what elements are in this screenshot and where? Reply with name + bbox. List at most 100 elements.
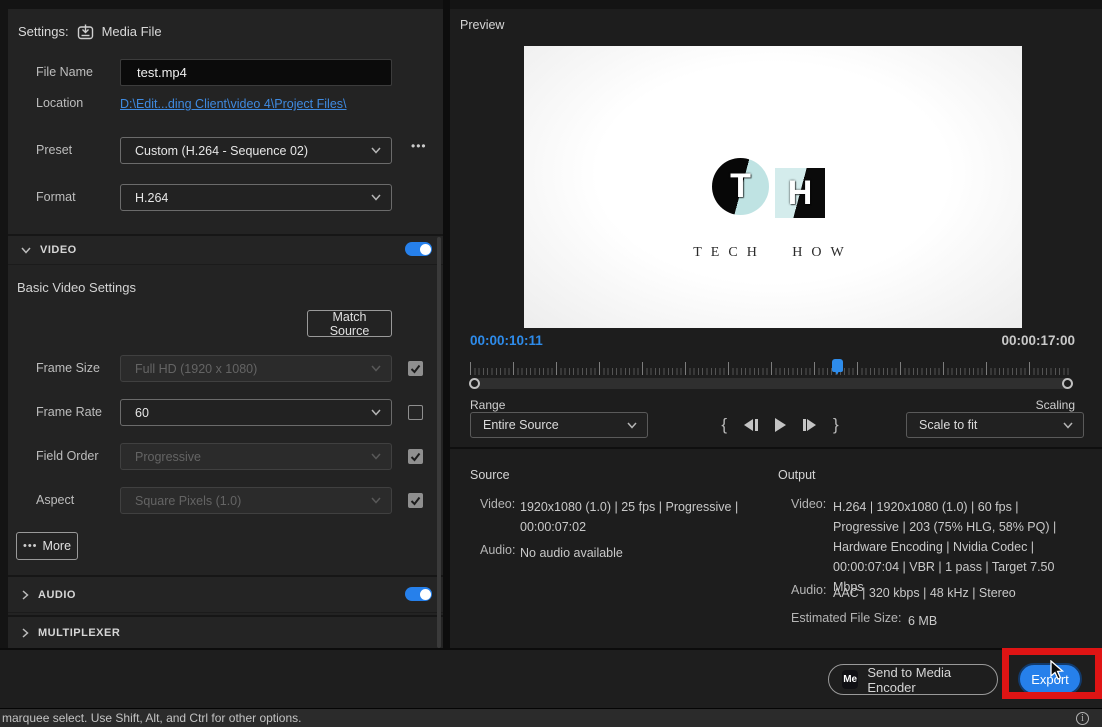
output-audio-value: AAC | 320 kbps | 48 kHz | Stereo — [833, 586, 1016, 600]
preset-more-button[interactable]: ••• — [411, 139, 427, 153]
settings-label: Settings: — [18, 24, 69, 39]
frame-size-checkbox[interactable] — [408, 361, 423, 376]
field-order-value: Progressive — [135, 449, 201, 464]
range-value: Entire Source — [483, 418, 559, 432]
ruler-major-ticks — [470, 362, 1072, 375]
location-label: Location — [36, 96, 84, 110]
check-icon — [410, 452, 421, 462]
current-timecode[interactable]: 00:00:10:11 — [470, 333, 543, 348]
trim-out-handle[interactable] — [1062, 378, 1073, 389]
estimated-file-size-value: 6 MB — [908, 614, 938, 628]
step-back-icon[interactable] — [744, 419, 758, 431]
media-encoder-icon: Me — [842, 670, 859, 689]
estimated-file-size-label: Estimated File Size: — [791, 611, 902, 625]
match-source-button[interactable]: Match Source — [307, 310, 392, 338]
frame-rate-label: Frame Rate — [36, 405, 102, 419]
more-button[interactable]: ••• More — [16, 532, 78, 560]
range-dropdown[interactable]: Entire Source — [470, 412, 648, 438]
video-section-header[interactable]: VIDEO — [8, 234, 443, 265]
chevron-down-icon — [371, 497, 381, 504]
send-to-media-encoder-label: Send to Media Encoder — [867, 664, 952, 695]
field-order-dropdown[interactable]: Progressive — [120, 443, 392, 470]
location-link[interactable]: D:\Edit...ding Client\video 4\Project Fi… — [120, 97, 347, 111]
audio-section-title: AUDIO — [38, 588, 76, 601]
section-divider — [450, 447, 1102, 449]
frame-size-label: Frame Size — [36, 361, 100, 375]
chevron-right-icon — [22, 589, 29, 600]
frame-size-value: Full HD (1920 x 1080) — [135, 361, 258, 376]
aspect-checkbox[interactable] — [408, 493, 423, 508]
preset-value: Custom (H.264 - Sequence 02) — [135, 143, 309, 158]
play-icon[interactable] — [774, 418, 786, 432]
logo-circle: T — [712, 158, 769, 215]
playhead[interactable] — [832, 359, 844, 375]
duration-timecode: 00:00:17:00 — [1001, 333, 1075, 348]
export-button[interactable]: Export — [1018, 663, 1082, 695]
chevron-down-icon — [371, 194, 381, 201]
video-toggle[interactable] — [405, 242, 432, 256]
info-icon[interactable]: i — [1076, 711, 1089, 725]
file-name-label: File Name — [36, 65, 93, 79]
step-forward-icon[interactable] — [802, 419, 816, 431]
scaling-dropdown[interactable]: Scale to fit — [906, 412, 1084, 438]
preview-title: Preview — [460, 18, 505, 32]
scrollbar[interactable] — [437, 237, 441, 648]
media-file-icon — [77, 23, 94, 40]
frame-size-dropdown[interactable]: Full HD (1920 x 1080) — [120, 355, 392, 382]
chevron-down-icon — [371, 147, 381, 154]
source-audio-label: Audio: — [480, 543, 516, 557]
source-audio-value: No audio available — [520, 546, 623, 560]
basic-video-settings-title: Basic Video Settings — [17, 280, 136, 295]
output-title: Output — [778, 468, 816, 482]
send-to-media-encoder-button[interactable]: Me Send to Media Encoder — [828, 664, 998, 695]
set-out-point-icon[interactable]: } — [833, 415, 839, 435]
video-section-title: VIDEO — [40, 244, 77, 256]
preview-panel: Preview T H TECH HOW 00:00:10:11 00:00:1… — [450, 9, 1102, 648]
source-title: Source — [470, 468, 510, 482]
aspect-dropdown[interactable]: Square Pixels (1.0) — [120, 487, 392, 514]
audio-section-header[interactable]: AUDIO — [8, 575, 443, 613]
output-video-value: H.264 | 1920x1080 (1.0) | 60 fps | Progr… — [833, 500, 1057, 594]
more-dots: ••• — [22, 540, 38, 552]
source-video-value: 1920x1080 (1.0) | 25 fps | Progressive |… — [520, 500, 739, 534]
trim-in-handle[interactable] — [469, 378, 480, 389]
range-label: Range — [470, 398, 506, 412]
chevron-right-icon — [22, 627, 29, 638]
set-in-point-icon[interactable]: { — [721, 415, 727, 435]
preset-dropdown[interactable]: Custom (H.264 - Sequence 02) — [120, 137, 392, 164]
video-preview-frame: T H — [524, 46, 1022, 328]
format-label: Format — [36, 190, 76, 204]
frame-rate-dropdown[interactable]: 60 — [120, 399, 392, 426]
export-dialog: Settings: Media File File Name test.mp4 … — [0, 0, 1102, 727]
status-bar: marquee select. Use Shift, Alt, and Ctrl… — [0, 708, 1102, 727]
check-icon — [410, 364, 421, 374]
action-bar: Me Send to Media Encoder Export — [0, 648, 1102, 708]
settings-destination: Media File — [101, 24, 162, 39]
frame-rate-checkbox[interactable] — [408, 405, 423, 420]
field-order-checkbox[interactable] — [408, 449, 423, 464]
trim-bar[interactable] — [469, 378, 1073, 389]
format-dropdown[interactable]: H.264 — [120, 184, 392, 211]
chevron-down-icon — [627, 422, 637, 429]
audio-toggle[interactable] — [405, 587, 432, 601]
output-video-label: Video: — [791, 497, 827, 511]
multiplexer-section-title: MULTIPLEXER — [38, 626, 121, 639]
scaling-label: Scaling — [1035, 398, 1075, 412]
more-label: More — [42, 539, 72, 553]
chevron-down-icon — [371, 453, 381, 460]
multiplexer-section-header[interactable]: MULTIPLEXER — [8, 615, 443, 648]
aspect-label: Aspect — [36, 493, 75, 507]
chevron-down-icon — [1063, 422, 1073, 429]
source-video-label: Video: — [480, 497, 516, 511]
logo-letter-t: T — [730, 167, 751, 205]
check-icon — [410, 496, 421, 506]
file-name-input[interactable]: test.mp4 — [120, 59, 392, 86]
aspect-value: Square Pixels (1.0) — [135, 493, 242, 508]
settings-header: Settings: Media File — [18, 23, 162, 40]
timeline-ruler[interactable] — [470, 359, 1072, 376]
transport-controls: { } — [690, 413, 870, 437]
chevron-down-icon — [371, 409, 381, 416]
logo-letter-h: H — [787, 173, 813, 212]
logo-square: H — [775, 168, 825, 218]
preset-label: Preset — [36, 143, 73, 157]
